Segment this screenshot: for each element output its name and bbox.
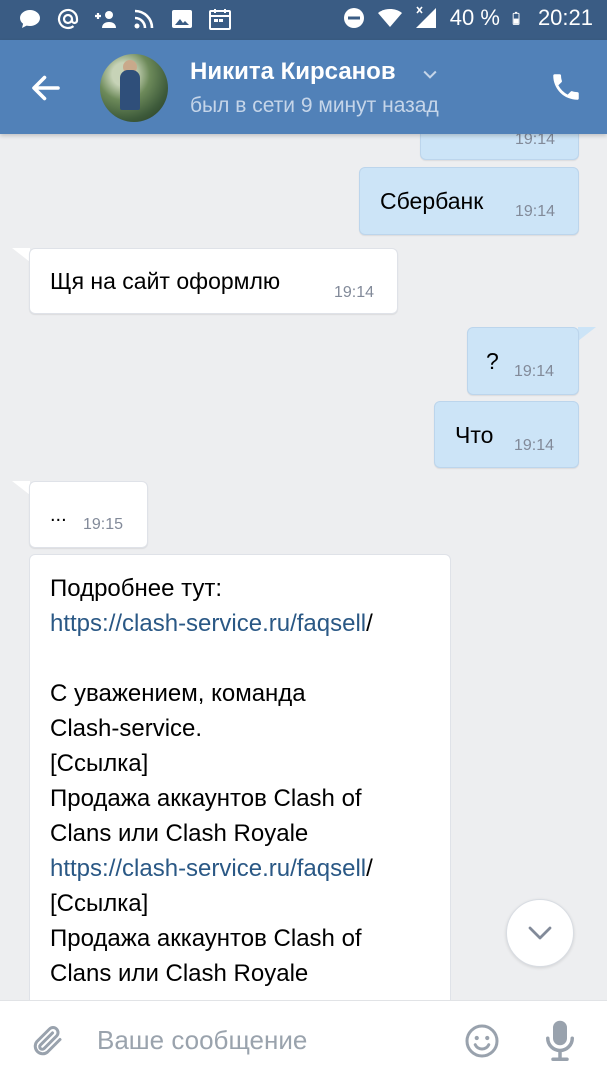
paperclip-icon[interactable] bbox=[30, 1023, 66, 1059]
message-line: Продажа аккаунтов Clash of bbox=[50, 785, 362, 812]
battery-percent: 40 % bbox=[449, 5, 500, 30]
message-composer: Ваше сообщение bbox=[0, 1000, 607, 1081]
link-suffix: / bbox=[366, 855, 373, 882]
bubble-tail bbox=[578, 327, 596, 341]
message-line: Продажа аккаунтов Clash of bbox=[50, 925, 362, 952]
scroll-to-bottom-button[interactable] bbox=[506, 899, 574, 967]
image-icon bbox=[172, 10, 192, 28]
battery-icon bbox=[512, 11, 520, 25]
contact-name[interactable]: Никита Кирсанов bbox=[190, 58, 396, 86]
message-bubble[interactable]: Щя на сайт оформлю 19:14 bbox=[29, 248, 398, 314]
back-arrow-icon[interactable] bbox=[28, 70, 64, 106]
phone-call-icon[interactable] bbox=[549, 70, 583, 104]
add-friend-icon bbox=[95, 11, 116, 28]
at-sign-icon bbox=[57, 8, 79, 30]
clock: 20:21 bbox=[537, 5, 593, 30]
link-suffix: / bbox=[366, 610, 373, 637]
message-link[interactable]: https://clash-service.ru/faqsell bbox=[50, 855, 366, 882]
signal-icon bbox=[415, 6, 436, 28]
message-line: С уважением, команда bbox=[50, 680, 306, 707]
message-line: [Ссылка] bbox=[50, 750, 149, 777]
chat-header: Никита Кирсанов был в сети 9 минут назад bbox=[0, 40, 607, 134]
wifi-icon bbox=[377, 9, 402, 27]
message-line: Clash-service. bbox=[50, 715, 203, 742]
message-time: 19:14 bbox=[514, 437, 555, 454]
message-time: 19:14 bbox=[515, 203, 556, 220]
message-link[interactable]: https://clash-service.ru/faqsell bbox=[50, 610, 366, 637]
message-bubble[interactable]: ... 19:15 bbox=[29, 481, 148, 548]
emoji-icon[interactable] bbox=[464, 1023, 500, 1059]
message-text: Сбербанк bbox=[380, 188, 484, 214]
microphone-icon[interactable] bbox=[546, 1019, 574, 1061]
do-not-disturb-icon bbox=[343, 8, 364, 28]
message-text: Щя на сайт оформлю bbox=[50, 268, 281, 294]
message-line: Подробнее тут: bbox=[50, 575, 223, 602]
message-input[interactable]: Ваше сообщение bbox=[97, 1025, 307, 1056]
message-bubble[interactable]: ? 19:14 bbox=[467, 327, 579, 395]
bubble-tail bbox=[12, 248, 30, 262]
notification-icons bbox=[18, 7, 232, 31]
message-line: Clans или Clash Royale bbox=[50, 820, 309, 847]
message-time: 19:14 bbox=[514, 363, 555, 380]
message-line: [Ссылка] bbox=[50, 890, 149, 917]
message-text: Что bbox=[455, 422, 494, 448]
rss-icon bbox=[134, 9, 154, 29]
system-status: 40 % 20:21 bbox=[342, 5, 593, 31]
message-text: ... bbox=[50, 504, 67, 526]
bubble-tail bbox=[12, 481, 30, 495]
chevron-down-icon[interactable] bbox=[420, 64, 440, 84]
message-line: Clans или Clash Royale bbox=[50, 960, 309, 987]
avatar[interactable] bbox=[100, 54, 168, 122]
message-blank-line bbox=[30, 641, 450, 676]
contact-last-seen: был в сети 9 минут назад bbox=[190, 94, 439, 117]
chevron-down-icon bbox=[528, 926, 552, 940]
message-bubble[interactable]: Что 19:14 bbox=[434, 401, 579, 468]
status-bar: 40 % 20:21 bbox=[0, 0, 607, 40]
message-bubble[interactable]: Сбербанк 19:14 bbox=[359, 167, 579, 235]
message-time: 19:14 bbox=[334, 284, 375, 301]
message-line-link: https://clash-service.ru/faqsell/ bbox=[30, 606, 450, 641]
message-bubble-long[interactable]: Подробнее тут: https://clash-service.ru/… bbox=[29, 554, 451, 1016]
message-text: ? bbox=[486, 348, 499, 374]
message-time: 19:15 bbox=[83, 516, 124, 533]
message-line-link: https://clash-service.ru/faqsell/ bbox=[30, 851, 450, 886]
calendar-icon bbox=[209, 9, 231, 30]
chat-bubble-icon bbox=[20, 10, 40, 28]
